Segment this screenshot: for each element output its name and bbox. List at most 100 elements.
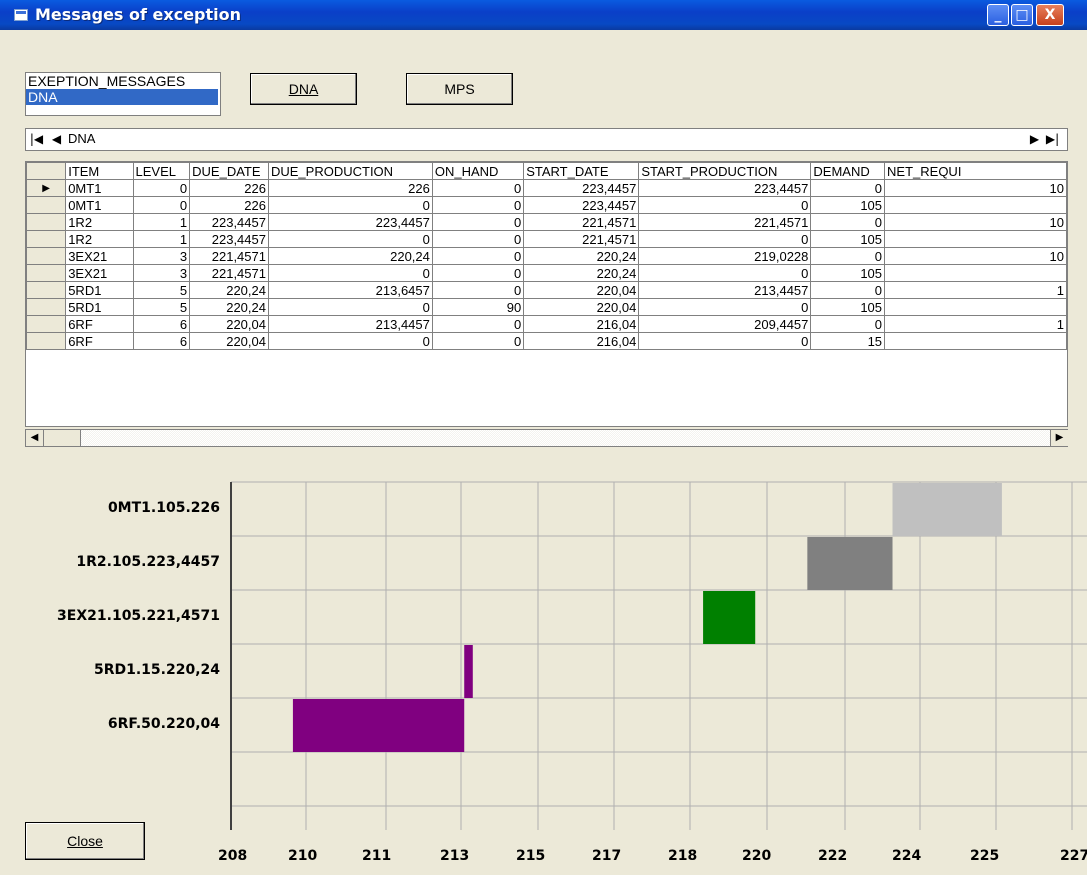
table-cell[interactable]: 0: [431, 179, 525, 197]
scroll-right-icon[interactable]: ▶: [1050, 430, 1068, 446]
row-selector[interactable]: [26, 332, 67, 350]
table-cell[interactable]: 226: [189, 179, 269, 197]
scroll-left-icon[interactable]: ◀: [26, 430, 44, 446]
table-cell[interactable]: 0: [431, 332, 525, 350]
table-cell[interactable]: 0MT1: [65, 196, 134, 214]
table-cell[interactable]: 3: [132, 247, 191, 265]
table-cell[interactable]: 0: [431, 281, 525, 299]
table-cell[interactable]: 0: [267, 298, 433, 316]
table-cell[interactable]: 220,04: [189, 315, 269, 333]
table-cell[interactable]: 5RD1: [65, 281, 134, 299]
table-cell[interactable]: 0: [431, 230, 525, 248]
table-cell[interactable]: 1: [884, 315, 1067, 333]
table-cell[interactable]: 213,6457: [267, 281, 433, 299]
table-cell[interactable]: 0: [810, 213, 886, 231]
row-selector[interactable]: [26, 264, 67, 282]
table-cell[interactable]: 213,4457: [267, 315, 433, 333]
table-cell[interactable]: 221,4571: [523, 213, 640, 231]
minimize-button[interactable]: _: [987, 4, 1009, 26]
table-cell[interactable]: 3EX21: [65, 264, 134, 282]
next-record-icon[interactable]: ▶: [1026, 131, 1043, 148]
table-cell[interactable]: 221,4571: [523, 230, 640, 248]
first-record-icon[interactable]: |◀: [28, 131, 45, 148]
table-cell[interactable]: [884, 298, 1067, 316]
table-cell[interactable]: 0: [810, 247, 886, 265]
table-row[interactable]: 5RD1 5 220,24 213,6457 0 220,04 213,4457 0 1: [26, 281, 1067, 299]
close-button[interactable]: Close: [25, 822, 145, 860]
table-cell[interactable]: 5: [132, 298, 191, 316]
column-header[interactable]: START_PRODUCTION: [638, 162, 812, 180]
table-cell[interactable]: 0: [132, 179, 191, 197]
table-cell[interactable]: 226: [267, 179, 433, 197]
table-row[interactable]: 6RF 6 220,04 213,4457 0 216,04 209,4457 0 1: [26, 315, 1067, 333]
table-cell[interactable]: [884, 196, 1067, 214]
table-cell[interactable]: 220,24: [523, 264, 640, 282]
table-cell[interactable]: 0: [267, 264, 433, 282]
maximize-button[interactable]: □: [1011, 4, 1033, 26]
current-row-icon[interactable]: ▶: [26, 179, 67, 197]
table-cell[interactable]: [884, 264, 1067, 282]
table-cell[interactable]: 15: [810, 332, 886, 350]
table-cell[interactable]: 0: [810, 179, 886, 197]
table-cell[interactable]: 219,0228: [638, 247, 812, 265]
table-row[interactable]: ▶ 0MT1 0 226 226 0 223,4457 223,4457 0 10: [26, 179, 1067, 197]
table-cell[interactable]: 90: [431, 298, 525, 316]
table-cell[interactable]: 223,4457: [523, 196, 640, 214]
table-cell[interactable]: 223,4457: [267, 213, 433, 231]
table-cell[interactable]: 0: [431, 247, 525, 265]
table-cell[interactable]: 6RF: [65, 315, 134, 333]
table-cell[interactable]: 223,4457: [189, 213, 269, 231]
table-cell[interactable]: 1: [884, 281, 1067, 299]
column-header[interactable]: LEVEL: [132, 162, 191, 180]
table-cell[interactable]: 0MT1: [65, 179, 134, 197]
table-cell[interactable]: 0: [810, 315, 886, 333]
table-row[interactable]: 1R2 1 223,4457 0 0 221,4571 0 105: [26, 230, 1067, 248]
table-cell[interactable]: 105: [810, 264, 886, 282]
column-header[interactable]: DUE_DATE: [189, 162, 269, 180]
column-header[interactable]: START_DATE: [523, 162, 640, 180]
table-cell[interactable]: 0: [638, 230, 812, 248]
table-row[interactable]: 1R2 1 223,4457 223,4457 0 221,4571 221,4571 0 10: [26, 213, 1067, 231]
prev-record-icon[interactable]: ◀: [48, 131, 65, 148]
last-record-icon[interactable]: ▶|: [1044, 131, 1061, 148]
table-cell[interactable]: 1R2: [65, 230, 134, 248]
table-cell[interactable]: 226: [189, 196, 269, 214]
row-selector[interactable]: [26, 281, 67, 299]
table-cell[interactable]: 220,24: [189, 281, 269, 299]
row-selector[interactable]: [26, 315, 67, 333]
table-cell[interactable]: 221,4571: [189, 247, 269, 265]
table-cell[interactable]: 0: [810, 281, 886, 299]
table-cell[interactable]: 220,24: [523, 247, 640, 265]
table-cell[interactable]: 5RD1: [65, 298, 134, 316]
table-cell[interactable]: 209,4457: [638, 315, 812, 333]
table-cell[interactable]: 0: [267, 230, 433, 248]
table-cell[interactable]: 220,04: [523, 298, 640, 316]
table-cell[interactable]: 213,4457: [638, 281, 812, 299]
table-cell[interactable]: 0: [132, 196, 191, 214]
table-cell[interactable]: 105: [810, 230, 886, 248]
table-cell[interactable]: 0: [431, 315, 525, 333]
table-cell[interactable]: 10: [884, 247, 1067, 265]
table-cell[interactable]: 216,04: [523, 315, 640, 333]
table-row[interactable]: 6RF 6 220,04 0 0 216,04 0 15: [26, 332, 1067, 350]
table-cell[interactable]: 6: [132, 332, 191, 350]
table-cell[interactable]: 221,4571: [189, 264, 269, 282]
table-cell[interactable]: 3EX21: [65, 247, 134, 265]
table-cell[interactable]: 216,04: [523, 332, 640, 350]
mps-button[interactable]: MPS: [406, 73, 513, 105]
table-cell[interactable]: 0: [267, 332, 433, 350]
table-cell[interactable]: 6: [132, 315, 191, 333]
column-header[interactable]: ON_HAND: [431, 162, 525, 180]
row-selector[interactable]: [26, 298, 67, 316]
table-cell[interactable]: [884, 230, 1067, 248]
scroll-thumb[interactable]: [44, 430, 81, 446]
table-cell[interactable]: 223,4457: [523, 179, 640, 197]
table-cell[interactable]: 10: [884, 213, 1067, 231]
column-header[interactable]: NET_REQUI: [884, 162, 1067, 180]
column-header[interactable]: DUE_PRODUCTION: [267, 162, 433, 180]
table-cell[interactable]: [884, 332, 1067, 350]
data-grid[interactable]: ITEM LEVEL DUE_DATE DUE_PRODUCTION ON_HAND ST…: [25, 161, 1068, 427]
table-cell[interactable]: 6RF: [65, 332, 134, 350]
message-type-list[interactable]: EXEPTION_MESSAGES DNA: [25, 72, 221, 116]
horizontal-scrollbar[interactable]: ◀ ▶: [25, 429, 1068, 447]
